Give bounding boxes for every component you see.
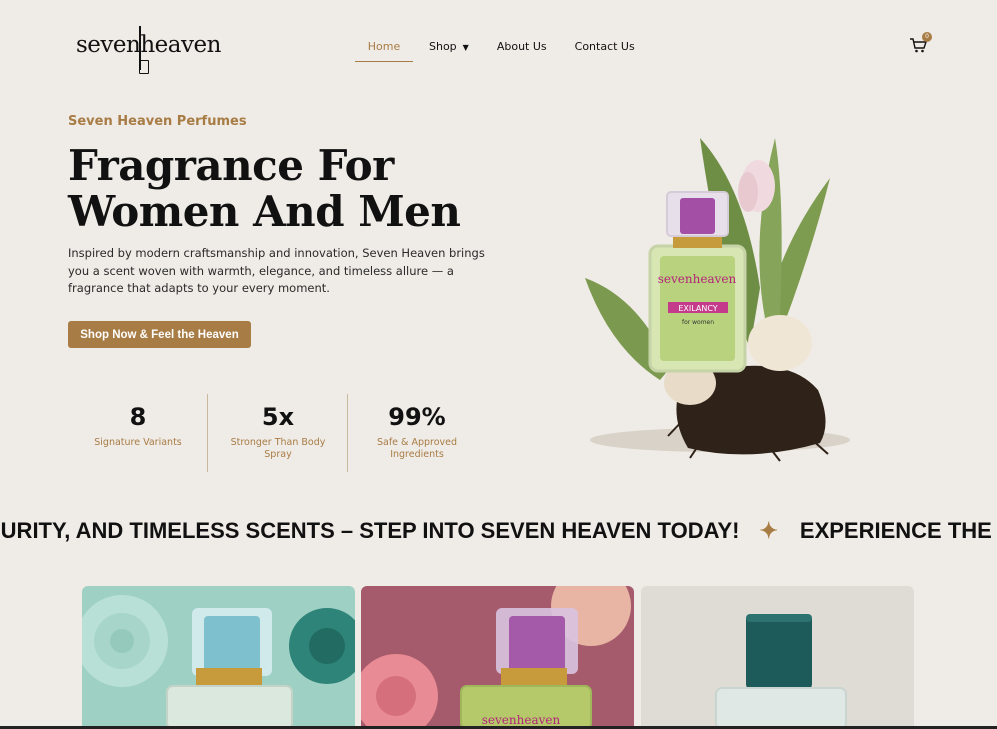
stat-signature-variants: 8 Signature Variants [80, 403, 196, 449]
nav-about-label: About Us [496, 40, 547, 53]
product-image-green [641, 586, 914, 729]
product-card-1[interactable] [82, 586, 355, 729]
cart-button[interactable]: 0 [909, 32, 932, 56]
logo-mark-bottle [139, 60, 149, 74]
announcement-marquee: PURITY, AND TIMELESS SCENTS – STEP INTO … [0, 514, 997, 548]
stat-label: Signature Variants [94, 437, 182, 448]
brand-logo[interactable]: sevenheaven [76, 24, 226, 76]
site-header: sevenheaven Home Shop ▼ About Us Contact … [0, 0, 997, 95]
stat-label: Safe & Approved Ingredients [376, 437, 458, 460]
hero-kicker: Seven Heaven Perfumes [68, 114, 247, 129]
nav-contact-label: Contact Us [574, 40, 635, 53]
perfume-illustration: sevenheaven EXILANCY for women [585, 138, 850, 462]
sparkle-icon: ✦ [759, 518, 778, 543]
main-nav: Home Shop ▼ About Us Contact Us [355, 36, 649, 62]
marquee-text-2: EXPERIENCE THE EL [799, 518, 997, 543]
stat-value: 8 [129, 403, 147, 431]
bottle-brand: sevenheaven [658, 272, 737, 286]
product-image-teal [82, 586, 355, 729]
stat-safe-approved: 99% Safe & Approved Ingredients [364, 403, 470, 461]
stat-value: 99% [388, 403, 446, 431]
nav-home[interactable]: Home [355, 36, 413, 62]
bottle-sub: for women [682, 319, 714, 326]
card-label: sevenheaven [482, 713, 561, 727]
marquee-text-1: PURITY, AND TIMELESS SCENTS – STEP INTO … [0, 518, 740, 543]
nav-about-us[interactable]: About Us [483, 36, 561, 62]
chevron-down-icon: ▼ [462, 43, 469, 52]
nav-shop-label: Shop [429, 40, 457, 53]
stat-stronger: 5x Stronger Than Body Spray [222, 403, 334, 461]
stat-divider [347, 394, 348, 472]
stat-label: Stronger Than Body Spray [230, 437, 326, 460]
bottle-name: EXILANCY [678, 304, 717, 313]
hero-description: Inspired by modern craftsmanship and inn… [68, 246, 485, 295]
cart-count-badge: 0 [922, 32, 932, 42]
nav-contact-us[interactable]: Contact Us [561, 36, 649, 62]
nav-home-label: Home [367, 40, 401, 53]
product-card-2[interactable]: sevenheaven [361, 586, 634, 729]
logo-text: sevenheaven [76, 32, 221, 58]
hero-title: Fragrance For Women And Men [68, 141, 461, 236]
product-image-pink: sevenheaven [361, 586, 634, 729]
hero-perfume-image: sevenheaven EXILANCY for women [570, 118, 850, 468]
stat-divider [207, 394, 208, 472]
stat-value: 5x [261, 403, 295, 431]
shop-now-button[interactable]: Shop Now & Feel the Heaven [68, 321, 251, 348]
nav-shop[interactable]: Shop ▼ [415, 36, 483, 62]
product-card-3[interactable] [641, 586, 914, 729]
